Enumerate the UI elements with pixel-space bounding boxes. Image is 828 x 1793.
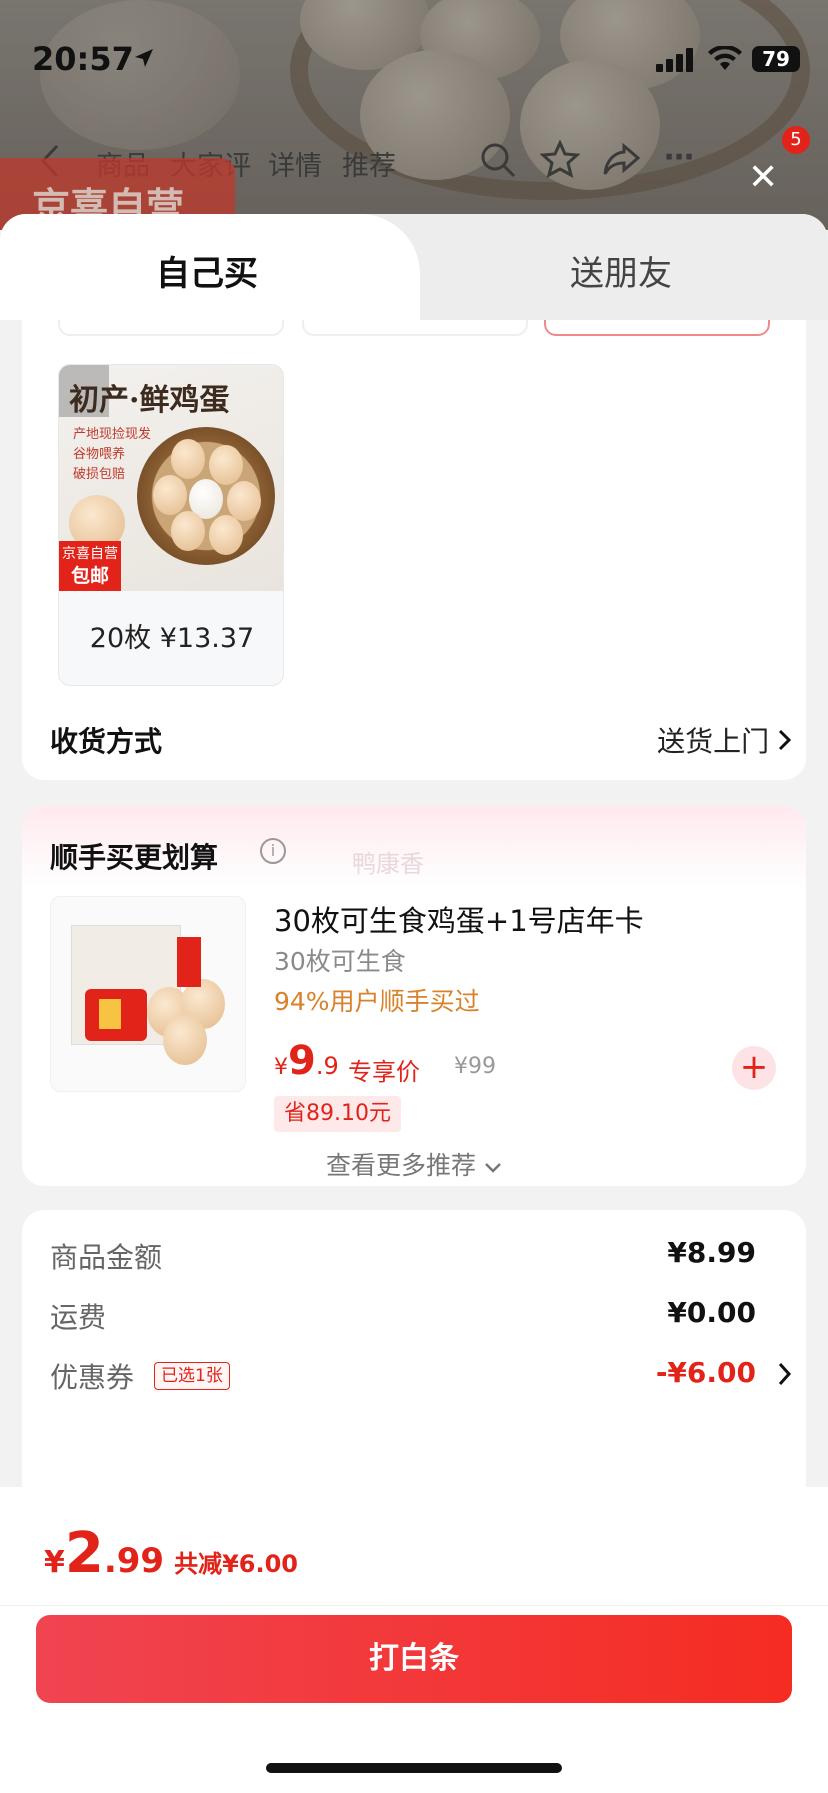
shipping-method-value: 送货上门: [657, 720, 792, 760]
cellular-signal-icon: [656, 48, 693, 72]
pay-baitiao-button[interactable]: 打白条: [36, 1615, 792, 1703]
total-price-decimal: .99: [103, 1541, 165, 1581]
coupon-label: 优惠券: [50, 1361, 135, 1394]
goods-amount-label: 商品金额: [50, 1241, 163, 1274]
divider: [0, 1605, 828, 1606]
chevron-down-icon: [485, 1163, 501, 1173]
tab-gift[interactable]: 送朋友: [420, 214, 828, 320]
box-label-graphic: [177, 937, 201, 987]
info-icon[interactable]: i: [260, 838, 286, 864]
home-indicator[interactable]: [266, 1763, 562, 1773]
checkout-bar: ¥2.99 共减¥6.00 打白条: [0, 1487, 828, 1793]
total-savings: 共减¥6.00: [174, 1550, 298, 1578]
exclusive-price-tag: 专享价: [348, 1058, 420, 1086]
freight-label: 运费: [50, 1301, 107, 1334]
thumbnail-line: 谷物喂养: [73, 447, 126, 462]
location-arrow-icon: [135, 49, 153, 67]
shipping-method-row[interactable]: 收货方式 送货上门: [50, 712, 792, 762]
spec-option-selected[interactable]: [544, 320, 770, 336]
goods-amount-row: 商品金额 ¥8.99: [50, 1230, 792, 1276]
thumbnail-line: 产地现捡现发: [73, 427, 152, 442]
wifi-icon: [708, 46, 742, 70]
freight-value: ¥0.00: [667, 1296, 756, 1329]
egg-graphic: [171, 511, 205, 551]
egg-graphic: [209, 515, 243, 555]
freight-row: 运费 ¥0.00: [50, 1290, 792, 1336]
egg-graphic: [171, 439, 205, 479]
close-icon[interactable]: ✕: [748, 160, 778, 196]
search-icon[interactable]: [478, 140, 518, 180]
price-symbol: ¥: [274, 1055, 288, 1080]
recommend-item-name[interactable]: 30枚可生食鸡蛋+1号店年卡: [274, 898, 644, 940]
thumbnail-line: 破损包赔: [73, 467, 126, 482]
view-more-label: 查看更多推荐: [326, 1151, 477, 1180]
status-bar: 20:57 79: [0, 36, 828, 86]
fee-card: 商品金额 ¥8.99 运费 ¥0.00 优惠券 已选1张 -¥6.00: [22, 1210, 806, 1510]
spec-option[interactable]: [302, 320, 528, 336]
shipping-method-value-text: 送货上门: [657, 725, 770, 758]
savings-badge: 省89.10元: [274, 1096, 401, 1132]
battery-indicator: 79: [752, 46, 800, 72]
yellow-logo-graphic: [99, 999, 121, 1029]
thumbnail-badge-brand: 京喜自营: [62, 546, 118, 562]
view-more-recommend[interactable]: 查看更多推荐: [22, 1146, 806, 1182]
price-decimal: .9: [315, 1052, 339, 1080]
chevron-right-icon: [778, 729, 792, 751]
product-thumbnail: 初产·鲜鸡蛋 产地现捡现发 谷物喂养 破损包赔 京喜自营 包邮: [59, 365, 283, 591]
chevron-right-icon: [778, 1362, 792, 1386]
thumbnail-badge: 京喜自营 包邮: [59, 541, 121, 591]
cart-count-badge: 5: [782, 126, 810, 154]
spec-option-20-eggs[interactable]: 初产·鲜鸡蛋 产地现捡现发 谷物喂养 破损包赔 京喜自营 包邮 20枚 ¥13.…: [58, 364, 284, 686]
star-icon[interactable]: [540, 140, 580, 180]
total-price: ¥2.99 共减¥6.00: [44, 1521, 298, 1586]
egg-graphic: [163, 1015, 207, 1065]
egg-graphic: [209, 445, 243, 485]
nav-tab-details[interactable]: 详情: [268, 144, 322, 183]
goods-amount-value: ¥8.99: [667, 1236, 756, 1269]
shipping-method-label: 收货方式: [50, 725, 163, 758]
spec-card: 初产·鲜鸡蛋 产地现捡现发 谷物喂养 破损包赔 京喜自营 包邮 20枚 ¥13.…: [22, 320, 806, 780]
total-price-integer: 2: [64, 1521, 104, 1586]
share-icon[interactable]: [602, 140, 642, 180]
recommend-item-subtitle: 30枚可生食: [274, 947, 406, 976]
thumbnail-badge-shipping: 包邮: [70, 565, 109, 587]
status-time: 20:57: [32, 40, 134, 78]
watermark-text: 鸭康香: [352, 850, 424, 878]
recommend-card: 顺手买更划算 i 鸭康香 30枚可生食鸡蛋+1号店年卡 30枚可生食 94%用户…: [22, 806, 806, 1186]
add-recommend-button[interactable]: +: [732, 1046, 776, 1090]
thumbnail-title: 初产·鲜鸡蛋: [69, 383, 230, 418]
original-price: ¥99: [454, 1054, 496, 1079]
recommend-item-price: ¥9.9: [274, 1038, 339, 1084]
spec-option[interactable]: [58, 320, 284, 336]
coupon-selected-badge: 已选1张: [154, 1362, 230, 1390]
recommend-item-image[interactable]: [50, 896, 246, 1092]
tab-self[interactable]: 自己买: [0, 214, 420, 320]
egg-graphic: [153, 475, 187, 515]
tab-self-label: 自己买: [156, 254, 258, 294]
recommend-item-bought: 94%用户顺手买过: [274, 987, 480, 1016]
coupon-value: -¥6.00: [655, 1356, 756, 1389]
total-price-symbol: ¥: [44, 1545, 65, 1580]
coupon-row[interactable]: 优惠券 已选1张 -¥6.00: [50, 1350, 792, 1396]
recommend-title: 顺手买更划算: [50, 841, 219, 874]
more-icon[interactable]: ⋯: [664, 140, 694, 175]
purchase-tabs: 送朋友 自己买: [0, 214, 828, 320]
price-integer: 9: [288, 1038, 316, 1084]
spec-option-label: 20枚 ¥13.37: [89, 623, 255, 654]
tab-gift-label: 送朋友: [570, 254, 672, 294]
egg-graphic: [227, 481, 261, 521]
nav-tab-recommend[interactable]: 推荐: [342, 144, 396, 183]
